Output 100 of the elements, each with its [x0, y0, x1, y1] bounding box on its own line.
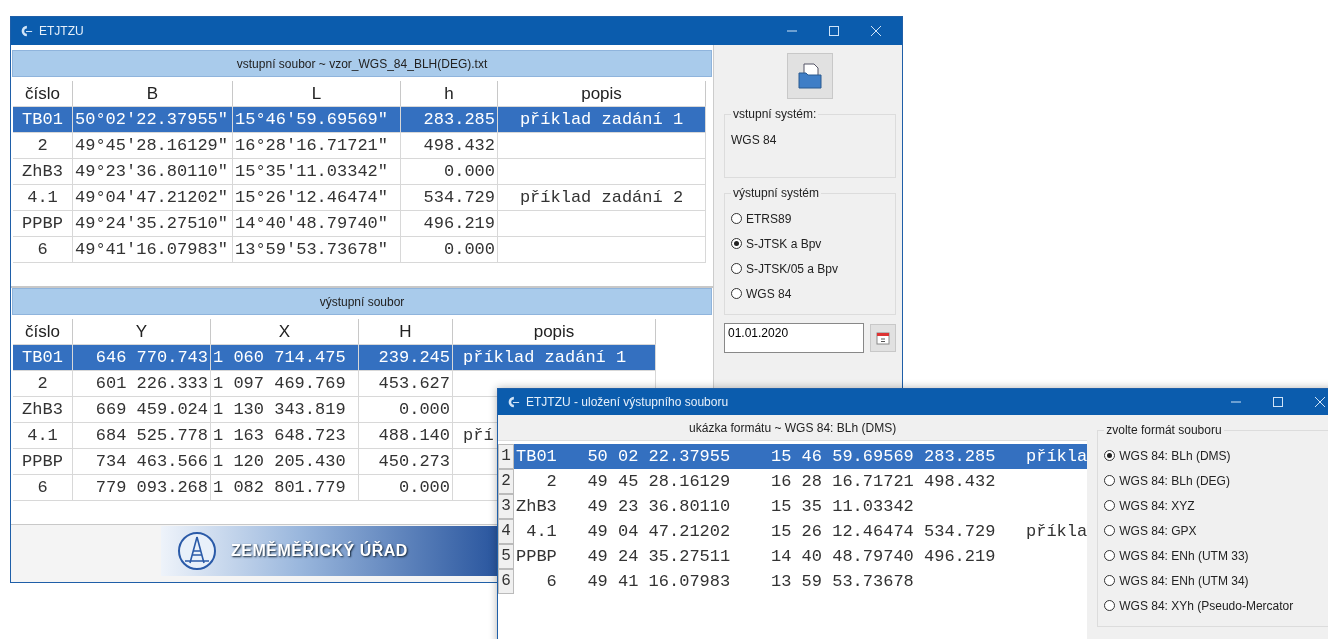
table-cell: 1 163 648.723	[213, 426, 346, 445]
table-row[interactable]: 2 49°45'28.16129" 16°28'16.71721" 498.432	[13, 133, 706, 159]
table-cell: 6	[37, 478, 48, 497]
table-cell-text: 49 04 47.21202	[587, 521, 731, 543]
table-cell: ZhB3	[22, 400, 63, 419]
table-cell: 0.000	[444, 240, 495, 259]
radio-option[interactable]: WGS 84: BLh (DEG)	[1104, 468, 1230, 493]
row-number: 1	[498, 444, 514, 469]
table-cell-text: příkla	[1026, 521, 1088, 543]
table-cell: 2	[37, 136, 48, 155]
table-cell-text: TB01	[516, 446, 557, 468]
table-cell-text: 15 46 59.69569	[771, 446, 914, 468]
table-row[interactable]: TB01 50°02'22.37955" 15°46'59.69569" 283.285 příklad zadání 1	[13, 107, 706, 133]
radio-option[interactable]: WGS 84: ENh (UTM 34)	[1104, 568, 1249, 593]
table-cell: 2	[37, 374, 48, 393]
table-cell: 15°26'12.46474"	[235, 188, 389, 207]
group-label: vstupní systém:	[732, 107, 818, 121]
preview-row[interactable]: TB01 50 02 22.37955 15 46 59.69569 283.285 příkla	[514, 444, 1088, 469]
table-row[interactable]: PPBP 49°24'35.27510" 14°40'48.79740" 496.219	[13, 211, 706, 237]
table-cell: 49°04'47.21202"	[75, 188, 229, 207]
table-row[interactable]: 4.1 49°04'47.21202" 15°26'12.46474" 534.729 příklad zadání 2	[13, 185, 706, 211]
row-number: 5	[498, 544, 514, 569]
table-cell-text: 6	[545, 571, 557, 593]
maximize-icon[interactable]	[828, 25, 840, 37]
table-cell: PPBP	[22, 214, 63, 233]
table-cell: příklad zadání 1	[519, 110, 684, 129]
radio-option[interactable]: WGS 84: XYh (Pseudo-Mercator	[1104, 593, 1294, 618]
table-cell: 49°41'16.07983"	[75, 240, 229, 259]
radio-option[interactable]: ETRS89	[731, 206, 792, 231]
table-cell: 49°23'36.80110"	[75, 162, 229, 181]
table-cell-text: 283.285	[924, 446, 996, 468]
table-cell: 1 120 205.430	[213, 452, 346, 471]
calendar-button[interactable]	[870, 324, 896, 352]
table-cell: 669 459.024	[95, 400, 208, 419]
table-cell: 15°46'59.69569"	[235, 110, 389, 129]
emblem-icon	[177, 531, 217, 571]
table-cell: příklad zadání 2	[519, 188, 684, 207]
table-cell: 50°02'22.37955"	[75, 110, 229, 129]
table-cell: 601 226.333	[95, 374, 208, 393]
table-cell: příklad zadání 1	[463, 348, 627, 367]
table-cell: 0.000	[399, 400, 450, 419]
system-value: WGS 84	[731, 132, 778, 149]
table-cell: 488.140	[378, 426, 450, 445]
radio-option[interactable]: WGS 84	[731, 281, 792, 306]
row-number: 6	[498, 569, 514, 594]
group-label: výstupní systém	[732, 186, 821, 200]
row-number: 3	[498, 494, 514, 519]
section-header: vstupní soubor ~ vzor_WGS_84_BLH(DEG).txt	[12, 50, 712, 77]
table-cell-text: 15 35 11.03342	[771, 496, 914, 518]
folder-icon	[795, 61, 825, 91]
date-field[interactable]: 01.01.2020	[724, 323, 864, 353]
preview-row[interactable]: 4.1 49 04 47.21202 15 26 12.46474 534.729 příkla	[514, 519, 1088, 544]
calendar-icon	[876, 331, 890, 345]
table-cell: 4.1	[27, 426, 58, 445]
table-cell: 6	[37, 240, 48, 259]
table-cell-text: 15 26 12.46474	[771, 521, 914, 543]
table-cell: 283.285	[423, 110, 495, 129]
table-cell: 453.627	[378, 374, 450, 393]
table-cell-text: PPBP	[516, 546, 557, 568]
table-cell: 498.432	[423, 136, 495, 155]
close-icon[interactable]	[870, 25, 882, 37]
table-cell: 13°59'53.73678"	[235, 240, 389, 259]
radio-option[interactable]: S-JTSK/05 a Bpv	[731, 256, 839, 281]
radio-option[interactable]: S-JTSK a Bpv	[731, 231, 822, 256]
table-cell-text: příkla	[1026, 446, 1088, 468]
row-number: 4	[498, 519, 514, 544]
row-number: 2	[498, 469, 514, 494]
open-file-button[interactable]	[787, 53, 833, 99]
table-cell: 14°40'48.79740"	[235, 214, 389, 233]
banner-text: ZEMĚMĚŘICKÝ ÚŘAD	[231, 542, 408, 560]
table-cell: 0.000	[399, 478, 450, 497]
table-cell-text: 49 24 35.27511	[587, 546, 731, 568]
table-cell: 779 093.268	[95, 478, 208, 497]
table-cell: 684 525.778	[95, 426, 208, 445]
radio-option[interactable]: WGS 84: GPX	[1104, 518, 1197, 543]
table-cell: 0.000	[444, 162, 495, 181]
table-cell: 49°24'35.27510"	[75, 214, 229, 233]
table-cell: 49°45'28.16129"	[75, 136, 229, 155]
table-cell-text: 16 28 16.71721	[771, 471, 914, 493]
table-cell: 16°28'16.71721"	[235, 136, 389, 155]
app-icon	[19, 24, 33, 38]
radio-option[interactable]: WGS 84: BLh (DMS)	[1104, 443, 1231, 468]
maximize-icon[interactable]	[1272, 396, 1284, 408]
radio-option[interactable]: WGS 84: ENh (UTM 33)	[1104, 543, 1249, 568]
table-cell: 15°35'11.03342"	[235, 162, 389, 181]
table-row[interactable]: ZhB3 49°23'36.80110" 15°35'11.03342" 0.000	[13, 159, 706, 185]
preview-header: ukázka formátu ~ WGS 84: BLh (DMS)	[498, 415, 1088, 441]
preview-row[interactable]: 6 49 41 16.07983 13 59 53.73678	[514, 569, 1088, 594]
table-cell: pří	[463, 426, 494, 445]
table-cell-text: 14 40 48.79740	[771, 546, 914, 568]
radio-option[interactable]: WGS 84: XYZ	[1104, 493, 1195, 518]
table-cell-text: 498.432	[924, 471, 996, 493]
preview-row[interactable]: PPBP 49 24 35.27511 14 40 48.79740 496.219	[514, 544, 1088, 569]
table-row[interactable]: 6 49°41'16.07983" 13°59'53.73678" 0.000	[13, 237, 706, 263]
table-cell-text: 4.1	[525, 521, 557, 543]
window-title: ETJTZU	[39, 24, 84, 38]
table-row[interactable]: TB01 646 770.743 1 060 714.475 239.245 příklad zadání 1	[13, 345, 656, 371]
table-cell: 1 082 801.779	[213, 478, 346, 497]
table-cell: 1 097 469.769	[213, 374, 346, 393]
close-icon[interactable]	[1314, 396, 1326, 408]
